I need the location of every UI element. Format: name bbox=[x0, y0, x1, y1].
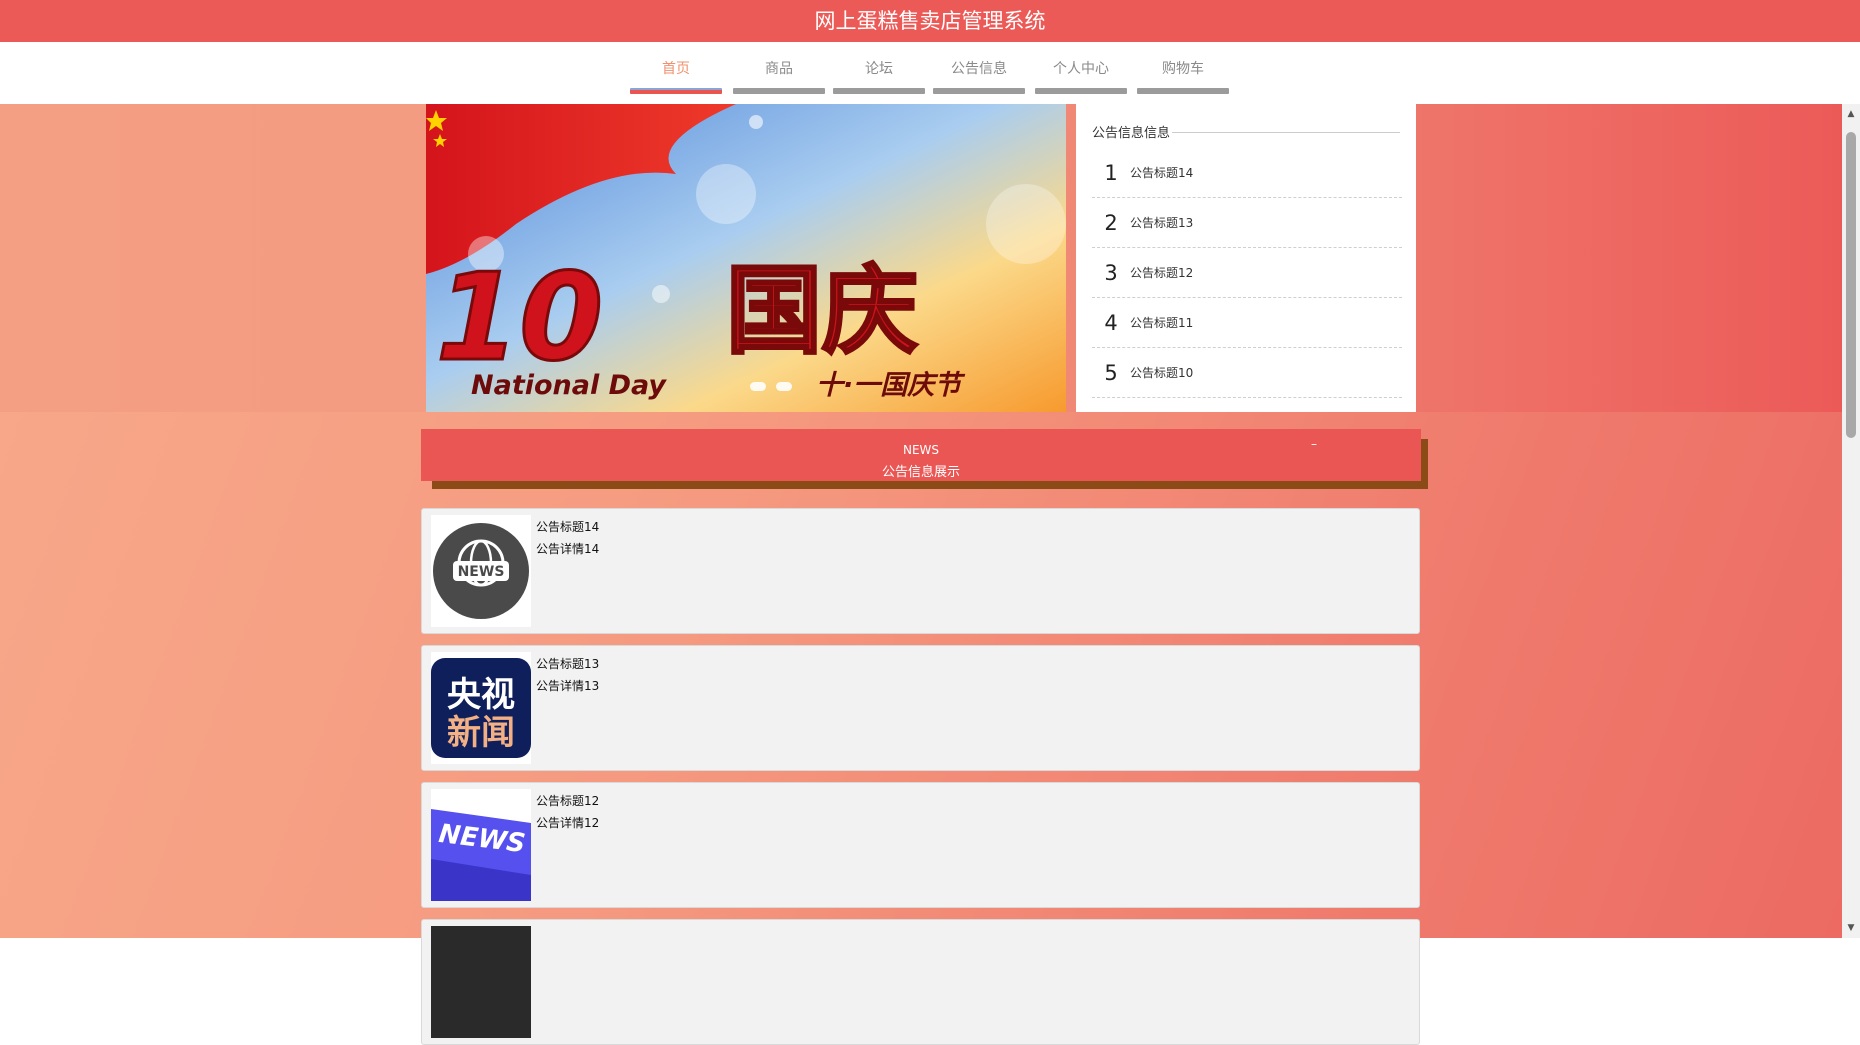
main-content: 10 国庆 National Day 十·一国庆节 公告信息信息 1 公告标题1… bbox=[0, 104, 1842, 1045]
main-nav: 首页 商品 论坛 公告信息 个人中心 购物车 bbox=[0, 42, 1860, 104]
news-section-header: NEWS 公告信息展示 – bbox=[421, 429, 1421, 481]
nav-underline bbox=[933, 88, 1025, 94]
notice-rank: 1 bbox=[1104, 160, 1118, 185]
news-more-link[interactable]: – bbox=[1311, 437, 1317, 451]
nav-item-profile[interactable]: 个人中心 bbox=[1035, 58, 1127, 94]
news-card-title: 公告标题12 bbox=[536, 794, 600, 808]
nav-item-label: 商品 bbox=[765, 61, 793, 77]
site-title: 网上蛋糕售卖店管理系统 bbox=[814, 9, 1046, 33]
carousel-dot[interactable] bbox=[776, 382, 793, 391]
news-card-detail: 公告详情13 bbox=[536, 679, 600, 693]
nav-underline bbox=[1035, 88, 1127, 94]
notice-rank: 2 bbox=[1104, 210, 1118, 235]
notice-list: 1 公告标题14 2 公告标题13 3 公告标题12 4 公告标题11 5 公告… bbox=[1092, 148, 1402, 398]
site-title-bar: 网上蛋糕售卖店管理系统 bbox=[0, 0, 1860, 42]
svg-text:NEWS: NEWS bbox=[458, 564, 505, 580]
notice-title: 公告标题10 bbox=[1130, 366, 1194, 380]
scroll-down-arrow-icon[interactable]: ▼ bbox=[1842, 920, 1860, 936]
nav-item-label: 个人中心 bbox=[1053, 61, 1109, 77]
nav-item-label: 公告信息 bbox=[951, 61, 1007, 77]
notice-title: 公告标题13 bbox=[1130, 216, 1194, 230]
svg-text:央视: 央视 bbox=[447, 675, 515, 715]
banner-big-text: 国庆 bbox=[726, 255, 918, 367]
news-card[interactable]: NEWS 公告标题12 公告详情12 bbox=[421, 782, 1420, 908]
news-card-detail: 公告详情14 bbox=[536, 542, 600, 556]
banner-chinese-text: 十·一国庆节 bbox=[816, 370, 966, 401]
nav-underline bbox=[1137, 88, 1229, 94]
scrollbar-thumb[interactable] bbox=[1846, 132, 1856, 438]
page-scrollbar[interactable]: ▲ ▼ bbox=[1842, 104, 1860, 938]
carousel-dots bbox=[750, 380, 798, 395]
globe-news-icon: NEWS bbox=[431, 515, 531, 627]
notice-list-item[interactable]: 3 公告标题12 bbox=[1092, 248, 1402, 298]
notice-title: 公告标题12 bbox=[1130, 266, 1194, 280]
notice-panel: 公告信息信息 1 公告标题14 2 公告标题13 3 公告标题12 4 公告标题… bbox=[1076, 104, 1416, 412]
notice-rank: 4 bbox=[1104, 310, 1118, 335]
news-card-detail: 公告详情12 bbox=[536, 816, 600, 830]
banner-english-text: National Day bbox=[471, 370, 667, 401]
news-thumbnail bbox=[431, 926, 531, 1038]
svg-text:新闻: 新闻 bbox=[447, 713, 515, 753]
notice-title: 公告标题11 bbox=[1130, 316, 1194, 330]
nav-item-forum[interactable]: 论坛 bbox=[833, 58, 925, 94]
notice-rank: 5 bbox=[1104, 360, 1118, 385]
nav-item-label: 首页 bbox=[662, 61, 690, 77]
national-day-banner-image: 10 国庆 National Day 十·一国庆节 bbox=[426, 104, 1066, 412]
news-key-icon: NEWS bbox=[431, 789, 531, 901]
news-card-title: 公告标题13 bbox=[536, 657, 600, 671]
nav-item-notices[interactable]: 公告信息 bbox=[933, 58, 1025, 94]
news-card[interactable]: 央视 新闻 公告标题13 公告详情13 bbox=[421, 645, 1420, 771]
notice-title: 公告标题14 bbox=[1130, 166, 1194, 180]
svg-text:10: 10 bbox=[436, 249, 603, 388]
notice-list-item[interactable]: 1 公告标题14 bbox=[1092, 148, 1402, 198]
news-label-en: NEWS bbox=[902, 443, 940, 457]
nav-item-products[interactable]: 商品 bbox=[733, 58, 825, 94]
nav-underline bbox=[833, 88, 925, 94]
notice-list-item[interactable]: 5 公告标题10 bbox=[1092, 348, 1402, 398]
nav-item-home[interactable]: 首页 bbox=[630, 58, 722, 94]
news-card[interactable]: NEWS 公告标题14 公告详情14 bbox=[421, 508, 1420, 634]
notice-panel-title: 公告信息信息 bbox=[1092, 126, 1171, 141]
banner-carousel[interactable]: 10 国庆 National Day 十·一国庆节 bbox=[426, 104, 1066, 412]
nav-item-cart[interactable]: 购物车 bbox=[1137, 58, 1229, 94]
notice-list-item[interactable]: 4 公告标题11 bbox=[1092, 298, 1402, 348]
notice-list-item[interactable]: 2 公告标题13 bbox=[1092, 198, 1402, 248]
cctv-news-icon: 央视 新闻 bbox=[431, 652, 531, 764]
nav-item-label: 购物车 bbox=[1162, 61, 1204, 77]
nav-active-underline bbox=[630, 88, 722, 94]
scroll-up-arrow-icon[interactable]: ▲ bbox=[1842, 106, 1860, 122]
notice-rank: 3 bbox=[1104, 260, 1118, 285]
carousel-dot[interactable] bbox=[750, 382, 766, 391]
nav-underline bbox=[733, 88, 825, 94]
news-card-title: 公告标题14 bbox=[536, 520, 600, 534]
nav-item-label: 论坛 bbox=[865, 61, 893, 77]
news-label-cn: 公告信息展示 bbox=[881, 465, 960, 480]
notice-panel-heading: 公告信息信息 bbox=[1092, 122, 1402, 141]
heading-divider bbox=[1172, 132, 1400, 133]
